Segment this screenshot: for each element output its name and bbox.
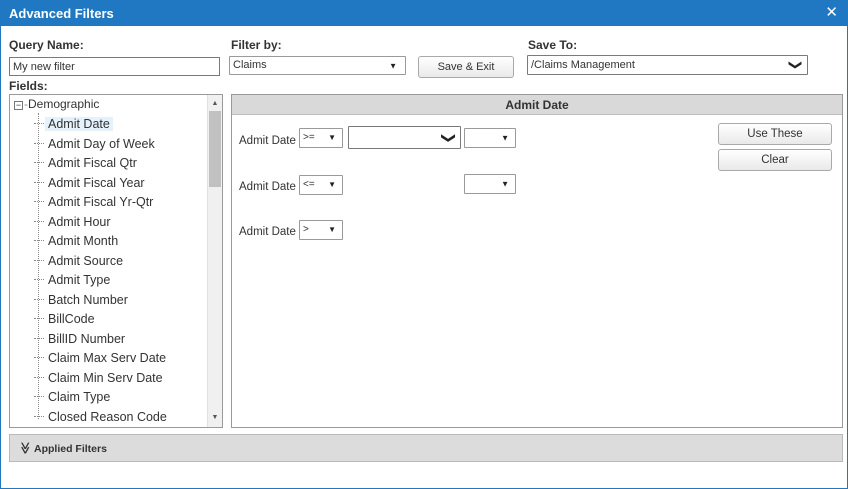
tree-item-label: Claim Max Serv Date xyxy=(48,351,167,365)
tree-connector xyxy=(34,415,44,417)
criteria-header: Admit Date xyxy=(232,95,842,115)
tree-connector xyxy=(34,318,44,319)
close-icon[interactable]: ✕ xyxy=(825,4,838,21)
query-name-label: Query Name: xyxy=(9,38,84,52)
tree-item[interactable]: Batch Number xyxy=(34,291,131,310)
tree-item[interactable]: Admit Fiscal Yr-Qtr xyxy=(34,193,156,212)
applied-filters-label: Applied Filters xyxy=(34,443,107,455)
tree-item-label: Admit Month xyxy=(48,234,119,248)
dropdown-arrow-icon: ▼ xyxy=(328,225,336,234)
operator-value: <= xyxy=(303,179,315,190)
tree-connector xyxy=(34,376,44,378)
dropdown-arrow-icon: ▼ xyxy=(389,61,397,70)
tree-connector xyxy=(34,142,44,144)
tree-item[interactable]: Claim Type xyxy=(34,388,113,407)
save-to-label: Save To: xyxy=(528,38,578,52)
tree-item[interactable]: Admit Day of Week xyxy=(34,135,158,154)
double-chevron-down-icon: ≫ xyxy=(18,441,33,455)
tree-item-label: Claim Min Serv Date xyxy=(48,370,163,385)
tree-item[interactable]: Admit Date xyxy=(34,115,113,134)
filter-by-value: Claims xyxy=(233,59,267,71)
tree-item[interactable]: Closed Reason Code xyxy=(34,408,170,427)
tree-item-label: Admit Fiscal Qtr xyxy=(48,156,137,170)
tree-connector xyxy=(34,337,44,339)
scroll-up-icon[interactable]: ▲ xyxy=(208,97,222,111)
tree-item-label: Closed Reason Code xyxy=(48,409,167,424)
operator-select[interactable]: <= ▼ xyxy=(299,175,343,195)
tree-connector xyxy=(34,240,44,241)
criteria-field-label: Admit Date xyxy=(239,226,296,238)
tree-connector xyxy=(34,298,44,300)
criteria-field-label: Admit Date xyxy=(239,181,296,193)
tree-item-label: Admit Source xyxy=(48,253,124,268)
tree-item[interactable]: Admit Fiscal Year xyxy=(34,174,148,193)
tree-item[interactable]: Admit Source xyxy=(34,252,126,271)
tree-connector xyxy=(34,279,44,280)
tree-item-label: BillID Number xyxy=(48,331,126,346)
operator-value: > xyxy=(303,224,309,235)
fields-label: Fields: xyxy=(9,79,48,93)
dialog-titlebar: Advanced Filters ✕ xyxy=(1,1,847,26)
dropdown-arrow-icon: ▼ xyxy=(501,133,509,143)
tree-item-label: Admit Date xyxy=(45,117,113,131)
tree-connector xyxy=(34,259,44,261)
tree-item-label: Batch Number xyxy=(48,292,128,307)
criteria-panel: Admit Date Admit Date >= ▼ ❯ ▼ Admit Dat… xyxy=(231,94,843,428)
tree-item-label: Claim Type xyxy=(48,390,111,404)
query-name-input[interactable] xyxy=(9,57,220,76)
save-exit-button[interactable]: Save & Exit xyxy=(418,56,514,78)
scroll-down-icon[interactable]: ▼ xyxy=(208,411,222,425)
chevron-down-icon: ❯ xyxy=(441,131,458,144)
tree-item-label: Admit Hour xyxy=(48,214,111,229)
save-to-select[interactable]: /Claims Management ❯ xyxy=(527,55,808,75)
tree-item[interactable]: BillID Number xyxy=(34,330,128,349)
tree-connector xyxy=(34,201,44,202)
applied-filters-bar[interactable]: ≫ Applied Filters xyxy=(9,434,843,462)
scrollbar-thumb[interactable] xyxy=(209,111,221,187)
chevron-down-icon: ❯ xyxy=(788,59,804,71)
operator-value: >= xyxy=(303,132,315,143)
fields-scrollbar[interactable]: ▲ ▼ xyxy=(207,95,222,427)
use-these-button[interactable]: Use These xyxy=(718,123,832,145)
tree-item-label: Admit Day of Week xyxy=(48,136,155,151)
tree-item[interactable]: Claim Min Serv Date xyxy=(34,369,166,388)
dropdown-arrow-icon: ▼ xyxy=(501,179,509,189)
tree-item[interactable]: Admit Fiscal Qtr xyxy=(34,154,140,173)
tree-item-label: Admit Fiscal Year xyxy=(48,175,145,190)
secondary-value-select[interactable]: ▼ xyxy=(464,174,516,194)
tree-collapse-icon[interactable]: − xyxy=(14,101,23,110)
tree-connector xyxy=(34,396,44,397)
dialog-title: Advanced Filters xyxy=(9,6,114,21)
tree-connector xyxy=(34,181,44,183)
tree-root-demographic[interactable]: − -Demographic xyxy=(14,97,99,111)
filter-by-select[interactable]: Claims ▼ xyxy=(229,56,406,75)
tree-item[interactable]: Claim Max Serv Date xyxy=(34,349,169,368)
tree-item[interactable]: Admit Hour xyxy=(34,213,114,232)
clear-button[interactable]: Clear xyxy=(718,149,832,171)
operator-select[interactable]: > ▼ xyxy=(299,220,343,240)
tree-connector xyxy=(34,220,44,222)
fields-tree-panel: − -Demographic Admit Date Admit Day of Wee… xyxy=(9,94,223,428)
tree-item-label: BillCode xyxy=(48,312,95,326)
tree-connector xyxy=(34,357,44,358)
tree-connector xyxy=(34,162,44,163)
filter-by-label: Filter by: xyxy=(231,38,282,52)
date-value-select[interactable]: ❯ xyxy=(348,126,461,149)
criteria-field-label: Admit Date xyxy=(239,135,296,147)
tree-item-label: Admit Type xyxy=(48,273,111,287)
tree-item[interactable]: Admit Month xyxy=(34,232,121,251)
tree-item[interactable]: BillCode xyxy=(34,310,98,329)
dropdown-arrow-icon: ▼ xyxy=(328,180,336,189)
dropdown-arrow-icon: ▼ xyxy=(328,133,336,142)
tree-connector xyxy=(34,123,44,124)
tree-item[interactable]: Admit Type xyxy=(34,271,113,290)
operator-select[interactable]: >= ▼ xyxy=(299,128,343,148)
advanced-filters-dialog: Advanced Filters ✕ Query Name: Filter by… xyxy=(0,0,848,489)
tree-item-label: Admit Fiscal Yr-Qtr xyxy=(48,195,154,209)
tree-root-label: Demographic xyxy=(28,97,100,111)
secondary-value-select[interactable]: ▼ xyxy=(464,128,516,148)
save-to-value: /Claims Management xyxy=(531,59,635,71)
